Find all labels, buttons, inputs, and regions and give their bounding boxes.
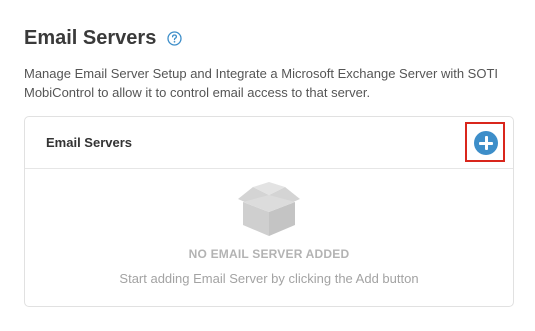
empty-state-subtitle: Start adding Email Server by clicking th… bbox=[119, 271, 419, 286]
page-title: Email Servers bbox=[24, 27, 157, 49]
page-header: Email Servers bbox=[24, 26, 182, 50]
add-button-highlight bbox=[465, 122, 505, 162]
add-email-server-button[interactable] bbox=[474, 131, 498, 155]
empty-state-title: NO EMAIL SERVER ADDED bbox=[188, 247, 350, 261]
panel-header: Email Servers bbox=[25, 117, 513, 169]
page-description: Manage Email Server Setup and Integrate … bbox=[24, 66, 499, 100]
panel-title: Email Servers bbox=[46, 135, 133, 150]
email-servers-page: Email Servers Manage Email Server Setup … bbox=[0, 0, 535, 331]
email-servers-panel: Email Servers NO EMAIL SERVER ADDED Star… bbox=[24, 116, 514, 307]
help-icon[interactable] bbox=[167, 30, 182, 46]
empty-box-icon bbox=[238, 182, 300, 236]
